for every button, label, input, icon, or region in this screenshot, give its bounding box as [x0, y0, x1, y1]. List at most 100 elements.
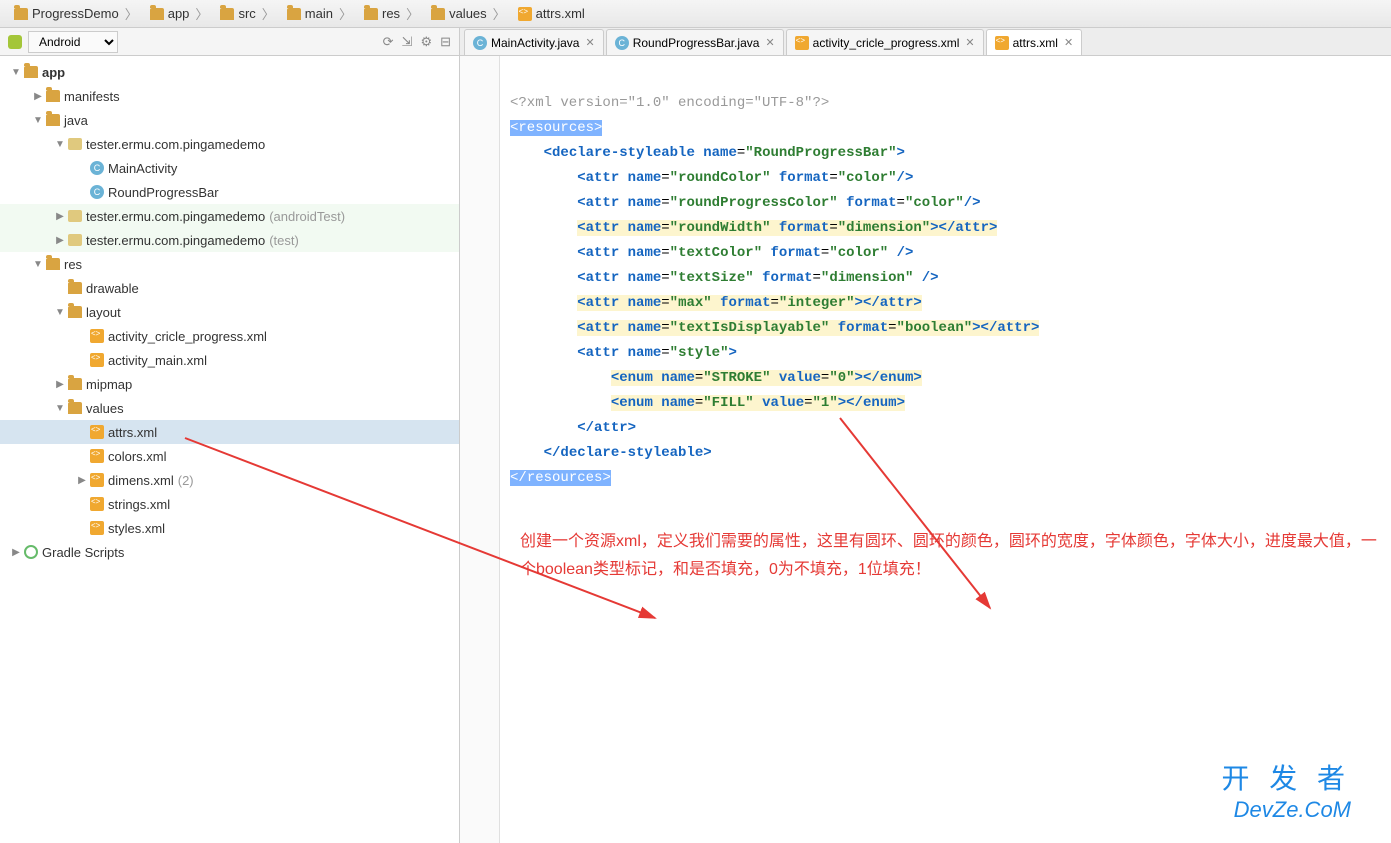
- tree-item[interactable]: ▼ layout: [0, 300, 459, 324]
- expander-icon[interactable]: ▼: [52, 307, 68, 318]
- breadcrumb-item[interactable]: main: [281, 4, 358, 23]
- tree-label: mipmap: [86, 377, 132, 392]
- editor-tab[interactable]: activity_cricle_progress.xml✕: [786, 29, 984, 55]
- folder-icon: [68, 378, 82, 390]
- xml-icon: [90, 425, 104, 439]
- xml-icon: [90, 497, 104, 511]
- tree-item[interactable]: styles.xml: [0, 516, 459, 540]
- folder-icon: [287, 8, 301, 20]
- project-sidebar: Android ⟳ ⇲ ⚙ ⊟ ▼app ▶ manifests ▼ java ▼test…: [0, 28, 460, 843]
- java-icon: C: [90, 161, 104, 175]
- expander-icon[interactable]: ▶: [52, 235, 68, 246]
- tree-item[interactable]: strings.xml: [0, 492, 459, 516]
- close-icon[interactable]: ✕: [1064, 36, 1073, 49]
- breadcrumb-item[interactable]: res: [358, 4, 425, 23]
- xml-icon: [90, 329, 104, 343]
- tree-item[interactable]: ▼tester.ermu.com.pingamedemo: [0, 132, 459, 156]
- tree-suffix: (2): [178, 473, 194, 488]
- gradle-icon: [24, 545, 38, 559]
- folder-icon: [150, 8, 164, 20]
- breadcrumb-item[interactable]: ProgressDemo: [8, 4, 144, 23]
- breadcrumb-label: attrs.xml: [536, 6, 585, 21]
- expander-icon[interactable]: ▼: [52, 403, 68, 414]
- sync-icon[interactable]: ⟳: [383, 34, 394, 50]
- tree-item[interactable]: ▶ mipmap: [0, 372, 459, 396]
- pkg-icon: [68, 138, 82, 150]
- code-editor[interactable]: <?xml version="1.0" encoding="UTF-8"?> <…: [460, 56, 1391, 843]
- android-icon: [8, 35, 22, 49]
- expander-icon[interactable]: ▼: [8, 67, 24, 78]
- editor-tab[interactable]: C RoundProgressBar.java ✕: [606, 29, 784, 55]
- hide-icon[interactable]: ⊟: [440, 34, 451, 50]
- sidebar-toolbar: ⟳ ⇲ ⚙ ⊟: [383, 34, 451, 50]
- tree-item[interactable]: ▶ manifests: [0, 84, 459, 108]
- breadcrumb-item[interactable]: values: [425, 4, 512, 23]
- tree-item[interactable]: ▶tester.ermu.com.pingamedemo(test): [0, 228, 459, 252]
- pkg-icon: [68, 210, 82, 222]
- tree-item[interactable]: activity_main.xml: [0, 348, 459, 372]
- folder-icon: [364, 8, 378, 20]
- close-icon[interactable]: ✕: [585, 36, 594, 49]
- folder-icon: [220, 8, 234, 20]
- tree-item[interactable]: activity_cricle_progress.xml: [0, 324, 459, 348]
- tree-label: values: [86, 401, 124, 416]
- folder-icon: [68, 282, 82, 294]
- editor-area: CMainActivity.java✕CRoundProgressBar.jav…: [460, 28, 1391, 843]
- xml-icon: [518, 7, 532, 21]
- breadcrumb-label: ProgressDemo: [32, 6, 119, 21]
- tree-item[interactable]: ▶dimens.xml(2): [0, 468, 459, 492]
- java-icon: C: [473, 36, 487, 50]
- breadcrumb-bar: ProgressDemo app srcmainresvalues attrs.xml: [0, 0, 1391, 28]
- java-icon: C: [90, 185, 104, 199]
- tree-item[interactable]: ▼app: [0, 60, 459, 84]
- tree-item[interactable]: ▼ values: [0, 396, 459, 420]
- breadcrumb-item[interactable]: attrs.xml: [512, 6, 597, 21]
- folder-icon: [46, 258, 60, 270]
- tree-item[interactable]: attrs.xml: [0, 420, 459, 444]
- tree-item[interactable]: C RoundProgressBar: [0, 180, 459, 204]
- tree-item[interactable]: ▶Gradle Scripts: [0, 540, 459, 564]
- settings-icon[interactable]: ⚙: [420, 34, 432, 50]
- expander-icon[interactable]: ▶: [52, 211, 68, 222]
- xml-icon: [995, 36, 1009, 50]
- breadcrumb-label: app: [168, 6, 190, 21]
- collapse-icon[interactable]: ⇲: [402, 34, 413, 50]
- breadcrumb-item[interactable]: app: [144, 4, 215, 23]
- editor-tab[interactable]: attrs.xml✕: [986, 29, 1083, 55]
- tree-suffix: (androidTest): [269, 209, 345, 224]
- folder-icon: [46, 90, 60, 102]
- java-icon: C: [615, 36, 629, 50]
- project-view-selector[interactable]: Android: [28, 31, 118, 53]
- close-icon[interactable]: ✕: [765, 36, 774, 49]
- tree-item[interactable]: ▼ java: [0, 108, 459, 132]
- xml-icon: [795, 36, 809, 50]
- tree-label: layout: [86, 305, 121, 320]
- editor-tabs: CMainActivity.java✕CRoundProgressBar.jav…: [460, 28, 1391, 56]
- close-icon[interactable]: ✕: [965, 36, 974, 49]
- tree-suffix: (test): [269, 233, 299, 248]
- tree-label: manifests: [64, 89, 120, 104]
- folder-icon: [68, 402, 82, 414]
- expander-icon[interactable]: ▼: [30, 115, 46, 126]
- editor-tab[interactable]: CMainActivity.java✕: [464, 29, 604, 55]
- folder-icon: [24, 66, 38, 78]
- expander-icon[interactable]: ▼: [52, 139, 68, 150]
- project-tree[interactable]: ▼app ▶ manifests ▼ java ▼tester.ermu.com.ping…: [0, 56, 459, 843]
- tree-item[interactable]: drawable: [0, 276, 459, 300]
- expander-icon[interactable]: ▼: [30, 259, 46, 270]
- tree-label: java: [64, 113, 88, 128]
- sidebar-header: Android ⟳ ⇲ ⚙ ⊟: [0, 28, 459, 56]
- tree-item[interactable]: colors.xml: [0, 444, 459, 468]
- tab-label: RoundProgressBar.java: [633, 36, 760, 50]
- expander-icon[interactable]: ▶: [52, 379, 68, 390]
- expander-icon[interactable]: ▶: [30, 91, 46, 102]
- xml-icon: [90, 521, 104, 535]
- expander-icon[interactable]: ▶: [74, 475, 90, 486]
- resources-open: <resources>: [510, 120, 602, 136]
- tree-label: RoundProgressBar: [108, 185, 219, 200]
- breadcrumb-item[interactable]: src: [214, 4, 280, 23]
- tree-item[interactable]: ▶tester.ermu.com.pingamedemo(androidTest…: [0, 204, 459, 228]
- expander-icon[interactable]: ▶: [8, 547, 24, 558]
- tree-item[interactable]: ▼res: [0, 252, 459, 276]
- tree-item[interactable]: CMainActivity: [0, 156, 459, 180]
